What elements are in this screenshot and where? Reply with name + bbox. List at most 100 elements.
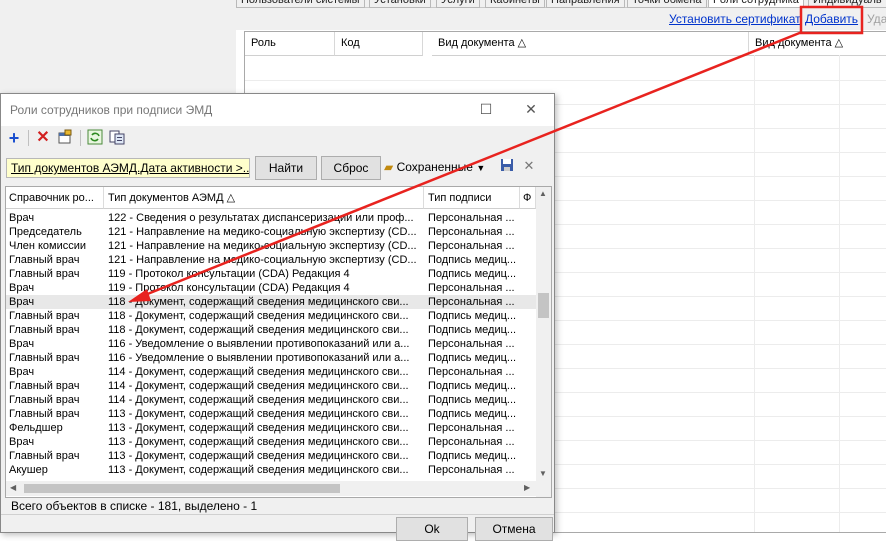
save-filter-icon[interactable]: [498, 157, 516, 175]
document-type-cell: 113 - Документ, содержащий сведения меди…: [108, 464, 409, 476]
add-link[interactable]: Добавить: [805, 12, 858, 26]
dialog-titlebar[interactable]: Роли сотрудников при подписи ЭМД ☐ ✕: [1, 94, 554, 126]
table-row[interactable]: Врач 113 - Документ, содержащий сведения …: [6, 435, 536, 449]
scroll-thumb-horizontal[interactable]: [24, 484, 340, 493]
role-cell: Главный врач: [9, 380, 80, 392]
dialog-title: Роли сотрудников при подписи ЭМД: [10, 103, 213, 117]
document-type-cell: 116 - Уведомление о выявлении противопок…: [108, 338, 410, 350]
role-cell: Акушер: [9, 464, 48, 476]
signature-type-cell: Подпись медиц...: [428, 268, 517, 280]
signature-type-cell: Персональная ...: [428, 464, 515, 476]
tab-services[interactable]: Услуги: [436, 0, 480, 8]
table-row[interactable]: Главный врач 114 - Документ, содержащий с…: [6, 379, 536, 393]
sort-asc-icon: △: [226, 192, 236, 204]
filter-expression[interactable]: Тип документов АЭМД.Дата активности >...: [6, 158, 250, 178]
toolbar-separator: [80, 130, 81, 146]
table-row[interactable]: Главный врач 118 - Документ, содержащий с…: [6, 323, 536, 337]
role-cell: Член комиссии: [9, 240, 87, 252]
table-row[interactable]: Главный врач 118 - Документ, содержащий с…: [6, 309, 536, 323]
refresh-icon[interactable]: [86, 129, 104, 147]
signature-type-cell: Подпись медиц...: [428, 352, 517, 364]
signature-type-cell: Персональная ...: [428, 338, 515, 350]
signature-type-cell: Подпись медиц...: [428, 394, 517, 406]
clear-filter-icon[interactable]: ✕: [520, 157, 538, 175]
column-header-role-reference[interactable]: Справочник ро...: [6, 187, 104, 209]
document-type-cell: 114 - Документ, содержащий сведения меди…: [108, 366, 409, 378]
table-row[interactable]: Фельдшер 113 - Документ, содержащий сведе…: [6, 421, 536, 435]
table-row[interactable]: Врач 118 - Документ, содержащий сведения …: [6, 295, 536, 309]
table-row[interactable]: Врач 114 - Документ, содержащий сведения …: [6, 365, 536, 379]
role-cell: Главный врач: [9, 310, 80, 322]
role-cell: Главный врач: [9, 352, 80, 364]
column-header-document-type[interactable]: Тип документов АЭМД △: [104, 187, 424, 209]
table-row[interactable]: Главный врач 113 - Документ, содержащий с…: [6, 449, 536, 463]
delete-link[interactable]: Уда: [867, 12, 886, 26]
signature-type-cell: Подпись медиц...: [428, 310, 517, 322]
column-header-document-kind[interactable]: Вид документа △: [432, 32, 749, 56]
saved-filters-dropdown[interactable]: ▰ Сохраненные ▼: [384, 158, 485, 177]
scroll-left-icon[interactable]: ◀: [10, 483, 16, 492]
table-row[interactable]: Председатель 121 - Направление на медико-…: [6, 225, 536, 239]
properties-icon[interactable]: [56, 129, 74, 147]
signature-type-cell: Персональная ...: [428, 226, 515, 238]
column-header-code[interactable]: Код: [335, 32, 423, 56]
document-type-cell: 113 - Документ, содержащий сведения меди…: [108, 422, 409, 434]
column-header-document-kind-2[interactable]: Вид документа △: [749, 32, 886, 56]
scroll-right-icon[interactable]: ▶: [524, 483, 530, 492]
cancel-button[interactable]: Отмена: [475, 517, 553, 541]
table-row[interactable]: Акушер 113 - Документ, содержащий сведени…: [6, 463, 536, 477]
signature-type-cell: Подпись медиц...: [428, 408, 517, 420]
table-row[interactable]: Главный врач 121 - Направление на медико-…: [6, 253, 536, 267]
background-tab-strip: Пользователи системы Установки Услуги Ка…: [236, 0, 886, 8]
close-button[interactable]: ✕: [511, 98, 551, 120]
document-type-cell: 121 - Направление на медико-социальную э…: [108, 240, 416, 252]
scroll-thumb[interactable]: [538, 293, 549, 318]
role-cell: Главный врач: [9, 408, 80, 420]
column-header-document-kind-2-label: Вид документа: [755, 37, 832, 49]
status-text: Всего объектов в списке - 181, выделено …: [11, 499, 258, 513]
tab-exchange-points[interactable]: Точки обмена: [627, 0, 707, 8]
table-row[interactable]: Врач 119 - Протокол консультации (CDA) Ре…: [6, 281, 536, 295]
table-row[interactable]: Врач 116 - Уведомление о выявлении против…: [6, 337, 536, 351]
signature-type-cell: Подпись медиц...: [428, 254, 517, 266]
ok-button[interactable]: Ok: [396, 517, 468, 541]
tab-settings[interactable]: Установки: [369, 0, 431, 8]
add-icon[interactable]: +: [5, 129, 23, 147]
tab-employee-roles[interactable]: Роли сотрудника: [708, 0, 804, 8]
document-type-cell: 119 - Протокол консультации (CDA) Редакц…: [108, 282, 350, 294]
column-header-role[interactable]: Роль: [245, 32, 335, 56]
background-toolbar: Установить сертификат Добавить Уда: [236, 8, 886, 30]
vertical-scrollbar[interactable]: ▲ ▼: [536, 187, 551, 481]
role-cell: Главный врач: [9, 450, 80, 462]
find-button[interactable]: Найти: [255, 156, 317, 180]
delete-icon[interactable]: ✕: [34, 129, 52, 147]
employee-roles-dialog: Роли сотрудников при подписи ЭМД ☐ ✕ + ✕…: [0, 93, 555, 541]
tab-users[interactable]: Пользователи системы: [236, 0, 365, 8]
table-row[interactable]: Главный врач 119 - Протокол консультации …: [6, 267, 536, 281]
document-type-cell: 113 - Документ, содержащий сведения меди…: [108, 450, 409, 462]
column-header-signature-type[interactable]: Тип подписи: [424, 187, 520, 209]
maximize-button[interactable]: ☐: [466, 98, 506, 120]
dialog-toolbar: + ✕: [1, 127, 554, 149]
tab-rooms[interactable]: Кабинеты: [485, 0, 545, 8]
document-type-cell: 116 - Уведомление о выявлении противопок…: [108, 352, 410, 364]
tab-individual[interactable]: Индивидуаль: [808, 0, 886, 8]
table-row[interactable]: Главный врач 116 - Уведомление о выявлени…: [6, 351, 536, 365]
table-row[interactable]: Главный врач 113 - Документ, содержащий с…: [6, 407, 536, 421]
document-type-cell: 113 - Документ, содержащий сведения меди…: [108, 436, 409, 448]
sort-asc-icon: △: [517, 37, 527, 49]
column-header-extra[interactable]: Ф: [520, 187, 536, 209]
horizontal-scrollbar[interactable]: ◀ ▶: [6, 481, 536, 496]
scroll-down-icon[interactable]: ▼: [539, 469, 547, 478]
tab-referrals[interactable]: Направления: [546, 0, 625, 8]
table-row[interactable]: Член комиссии 121 - Направление на медико…: [6, 239, 536, 253]
scroll-up-icon[interactable]: ▲: [539, 189, 547, 198]
reset-button[interactable]: Сброс: [321, 156, 381, 180]
copy-icon[interactable]: [108, 129, 126, 147]
install-certificate-link[interactable]: Установить сертификат: [669, 12, 801, 26]
grid-line: [754, 55, 755, 532]
chevron-down-icon: ▼: [476, 163, 486, 173]
document-type-cell: 113 - Документ, содержащий сведения меди…: [108, 408, 409, 420]
table-row[interactable]: Врач 122 - Сведения о результатах диспанс…: [6, 211, 536, 225]
table-row[interactable]: Главный врач 114 - Документ, содержащий с…: [6, 393, 536, 407]
